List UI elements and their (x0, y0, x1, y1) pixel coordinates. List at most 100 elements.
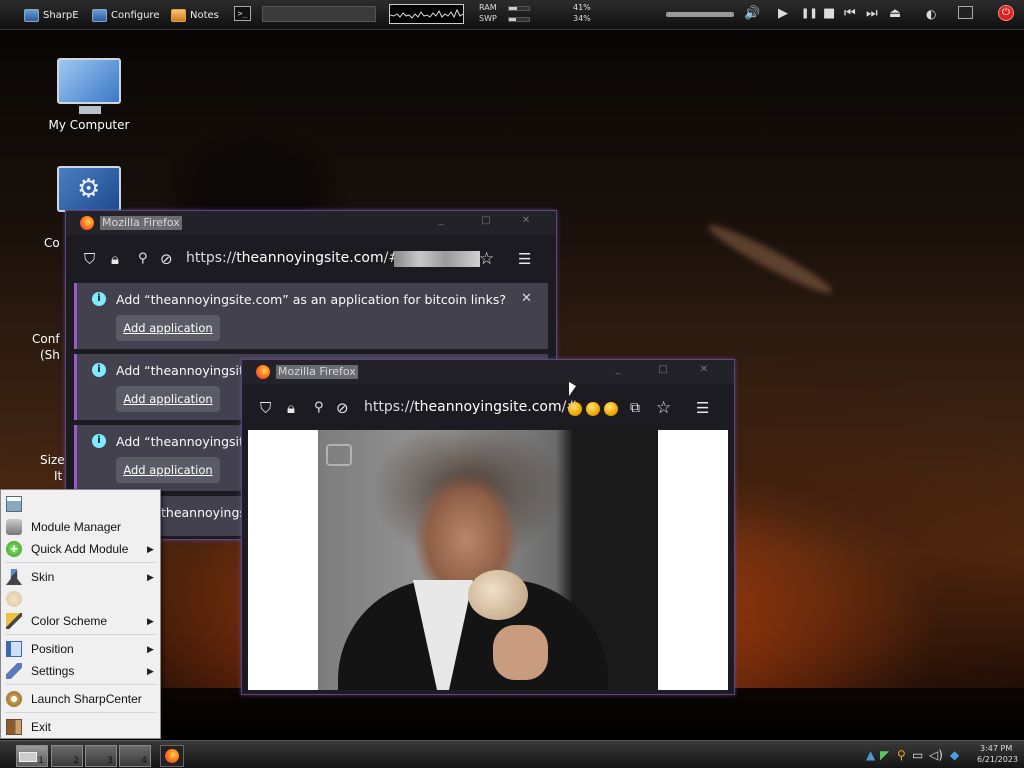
search-icon[interactable]: ⚲ (897, 748, 906, 762)
clock-date[interactable]: 6/21/2023 (977, 755, 1018, 764)
add-application-button[interactable]: Add application (116, 315, 220, 341)
menu-separator (5, 684, 157, 685)
desktop-icon-configure[interactable]: ⚙ (44, 166, 134, 222)
context-menu[interactable]: Module Manager + Quick Add Module ▶ Skin… (0, 489, 161, 739)
url-text[interactable]: https://theannoyingsite.com/# (186, 250, 400, 266)
workspace-number: 1 (38, 756, 44, 766)
media-player-icon[interactable]: ◐ (926, 6, 936, 22)
menu-item-label: Exit (31, 720, 52, 734)
skin-icon (6, 569, 22, 585)
taskbar-firefox-button[interactable] (160, 745, 184, 767)
window-title: Mozilla Firefox (100, 216, 182, 230)
menu-separator (5, 634, 157, 635)
add-application-button[interactable]: Add application (116, 386, 220, 412)
notification-bar: i Add “theannoyingsite.com” as an applic… (74, 283, 548, 349)
menu-item-disabled (1, 589, 160, 609)
autoplay-blocked-icon[interactable]: ⊘ (160, 250, 173, 268)
submenu-arrow-icon: ▶ (147, 665, 154, 676)
notification-tray-icon[interactable]: ◆ (950, 748, 959, 762)
exit-icon (6, 719, 22, 735)
firefox-window-front[interactable]: Mozilla Firefox _ □ ✕ ⛉ 🔒︎ ⚲ ⊘ https://t… (241, 359, 735, 695)
volume-icon[interactable]: 🔊 (744, 6, 760, 22)
video-frame[interactable] (318, 430, 658, 690)
next-icon[interactable]: ⏭ (866, 6, 878, 22)
sharpe-label: SharpE (43, 9, 79, 21)
wrench-icon (6, 663, 22, 679)
notes-label: Notes (190, 9, 219, 21)
menu-icon[interactable]: ☰ (696, 399, 709, 417)
swp-meter-fill (509, 18, 516, 21)
power-icon[interactable]: ⏻ (998, 5, 1014, 21)
url-domain: theannoyingsite.com (414, 399, 562, 415)
menu-item-skin[interactable]: Skin ▶ (1, 567, 160, 587)
coin-icon (586, 402, 600, 416)
network-icon[interactable]: ◤ (880, 748, 889, 762)
workspace-button-4[interactable]: 4 (119, 745, 151, 767)
stop-icon[interactable]: ■ (823, 6, 835, 22)
close-button[interactable]: ✕ (519, 215, 533, 226)
lock-icon[interactable]: 🔒︎ (111, 250, 119, 268)
autoplay-blocked-icon[interactable]: ⊘ (336, 399, 349, 417)
tray-up-icon[interactable]: ▲ (866, 748, 875, 762)
computer-icon (57, 58, 121, 114)
wallpaper-cloud (703, 218, 837, 300)
sharpe-button[interactable]: SharpE (24, 6, 79, 24)
permissions-icon[interactable]: ⚲ (314, 399, 324, 417)
workspace-button-2[interactable]: 2 (51, 745, 83, 767)
bookmark-star-icon[interactable]: ☆ (479, 250, 494, 268)
menu-item-position[interactable]: Position ▶ (1, 639, 160, 659)
desktop-switch-icon[interactable] (958, 6, 973, 19)
url-bar[interactable]: ⛉ 🔒︎ ⚲ ⊘ https://theannoyingsite.com/# ⧉ (250, 392, 680, 424)
menu-item-color-scheme[interactable]: Color Scheme ▶ (1, 611, 160, 631)
close-button[interactable]: ✕ (697, 364, 711, 375)
eject-icon[interactable]: ⏏ (889, 6, 901, 22)
workspace-button-3[interactable]: 3 (85, 745, 117, 767)
lock-icon[interactable]: 🔒︎ (287, 399, 295, 417)
window-titlebar[interactable]: Mozilla Firefox _ □ ✕ (242, 360, 734, 384)
menu-item-settings[interactable]: Settings ▶ (1, 661, 160, 681)
configure-button[interactable]: Configure (92, 6, 159, 24)
clock-time[interactable]: 3:47 PM (980, 744, 1012, 753)
workspace-number: 3 (107, 756, 113, 766)
shield-icon[interactable]: ⛉ (84, 250, 95, 268)
volume-slider[interactable] (666, 12, 734, 17)
display-icon[interactable]: ▭ (912, 748, 923, 762)
add-application-button[interactable]: Add application (116, 457, 220, 483)
menu-item-module-manager[interactable]: Module Manager (1, 517, 160, 537)
cpu-graph-line (389, 8, 464, 19)
minimize-button[interactable]: _ (611, 364, 625, 375)
desktop-icon-my-computer[interactable]: My Computer (44, 58, 134, 132)
ram-meter (508, 6, 530, 11)
url-bar[interactable]: ⛉ 🔒︎ ⚲ ⊘ https://theannoyingsite.com/# (74, 243, 502, 275)
menu-item-label: Quick Add Module (31, 542, 129, 556)
menu-item-label: Settings (31, 664, 75, 678)
maximize-button[interactable]: □ (656, 364, 670, 375)
play-icon[interactable]: ▶ (778, 6, 788, 22)
shield-icon[interactable]: ⛉ (260, 399, 271, 417)
maximize-button[interactable]: □ (479, 215, 493, 226)
bookmark-star-icon[interactable]: ☆ (656, 399, 671, 417)
minimize-button[interactable]: _ (434, 215, 448, 226)
menu-icon[interactable]: ☰ (518, 250, 531, 268)
picture-in-picture-icon[interactable]: ⧉ (630, 399, 640, 417)
notes-button[interactable]: Notes (171, 6, 219, 24)
window-titlebar[interactable]: Mozilla Firefox _ □ ✕ (66, 211, 556, 235)
menu-item-launch-sharpcenter[interactable]: Launch SharpCenter (1, 689, 160, 709)
url-text[interactable]: https://theannoyingsite.com/# (364, 399, 578, 415)
permissions-icon[interactable]: ⚲ (138, 250, 148, 268)
menu-item-quick-add-module[interactable]: + Quick Add Module ▶ (1, 539, 160, 559)
notification-message: Add “theannoyingsite.com” as an applicat… (116, 292, 506, 307)
pause-icon[interactable]: ❚❚ (801, 6, 818, 22)
previous-icon[interactable]: ⏮ (844, 6, 856, 22)
page-content[interactable] (248, 430, 728, 690)
volume-tray-icon[interactable]: ◁) (929, 748, 943, 762)
add-icon: + (6, 541, 22, 557)
coin-icon (604, 402, 618, 416)
command-input[interactable] (262, 6, 376, 22)
bitcoin-icons (568, 402, 618, 416)
mouse-cursor (569, 382, 576, 396)
menu-item-exit[interactable]: Exit (1, 717, 160, 737)
workspace-button-1[interactable]: 1 (16, 745, 48, 767)
notification-close-icon[interactable]: ✕ (521, 291, 532, 306)
terminal-icon[interactable]: >_ (234, 6, 251, 21)
